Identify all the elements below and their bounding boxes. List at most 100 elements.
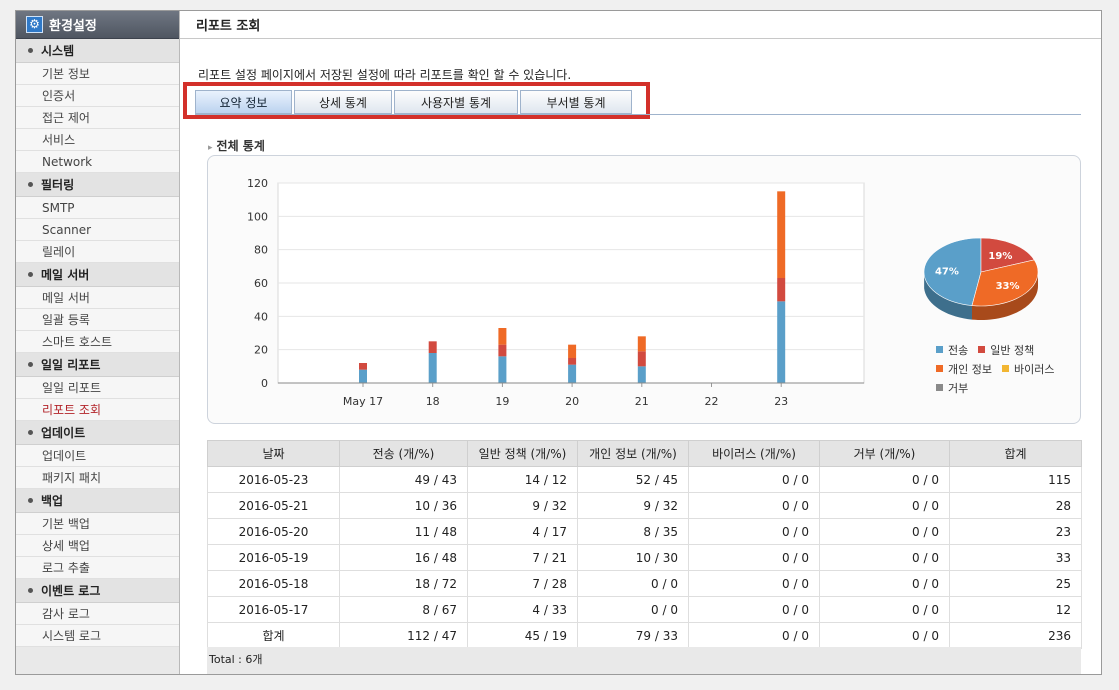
bar-segment	[777, 191, 786, 278]
table-header-cell: 날짜	[207, 440, 340, 467]
sidebar-item[interactable]: 릴레이	[16, 241, 179, 263]
table-cell: 52 / 45	[577, 466, 689, 493]
table-cell: 0 / 0	[819, 544, 950, 571]
sidebar-section-label: 필터링	[41, 178, 75, 192]
legend-swatch	[936, 365, 943, 372]
table-cell: 2016-05-21	[207, 492, 340, 519]
stats-table-wrapper: 날짜 전송 (개/%) 일반 정책 (개/%) 개인 정보 (개/%) 바이러스 (개/…	[207, 440, 1082, 649]
sidebar-section[interactable]: 업데이트	[16, 421, 179, 445]
table-cell: 4 / 17	[467, 518, 578, 545]
x-tick-label: 20	[565, 395, 579, 408]
sidebar-item[interactable]: SMTP	[16, 197, 179, 219]
table-cell: 16 / 48	[339, 544, 468, 571]
legend-item: 개인 정보	[936, 359, 992, 378]
sidebar-item[interactable]: 접근 제어	[16, 107, 179, 129]
sidebar-section[interactable]: 이벤트 로그	[16, 579, 179, 603]
sidebar-item[interactable]: 패키지 패치	[16, 467, 179, 489]
sidebar-section-label: 업데이트	[41, 426, 86, 440]
y-tick-label: 60	[254, 277, 268, 290]
bar-segment	[777, 278, 786, 302]
sidebar-section[interactable]: 시스템	[16, 39, 179, 63]
table-cell: 112 / 47	[339, 622, 468, 649]
table-body: 2016-05-23 49 / 43 14 / 12 52 / 45 0 / 00 / …	[207, 466, 1082, 649]
table-cell: 0 / 0	[819, 492, 950, 519]
table-cell: 4 / 33	[467, 596, 578, 623]
table-cell: 9 / 32	[577, 492, 689, 519]
table-cell: 7 / 21	[467, 544, 578, 571]
table-cell: 0 / 0	[819, 518, 950, 545]
table-header-cell: 바이러스 (개/%)	[688, 440, 820, 467]
table-row: 2016-05-21 10 / 36 9 / 32 9 / 32 0 / 00 / 02…	[207, 492, 1082, 519]
legend-item: 전송	[936, 340, 968, 359]
bullet-icon	[28, 182, 33, 187]
sidebar-item[interactable]: 상세 백업	[16, 535, 179, 557]
table-cell: 0 / 0	[819, 466, 950, 493]
table-cell: 0 / 0	[819, 622, 950, 649]
sidebar-section[interactable]: 일일 리포트	[16, 353, 179, 377]
sidebar-header-label: 환경설정	[49, 19, 97, 34]
tab-summary[interactable]: 요약 정보	[195, 90, 292, 114]
sidebar-item[interactable]: 시스템 로그	[16, 625, 179, 647]
tab-bar: 요약 정보 상세 통계 사용자별 통계 부서별 통계	[195, 90, 632, 114]
sidebar-item[interactable]: 스마트 호스트	[16, 331, 179, 353]
bullet-icon	[28, 588, 33, 593]
sidebar-header: ⚙ 환경설정	[16, 11, 179, 39]
x-tick-label: 18	[426, 395, 440, 408]
bar-segment	[498, 344, 507, 357]
app-window: ⚙ 환경설정 시스템기본 정보 인증서 접근 제어 서비스 Network 필터링 SMTP…	[15, 10, 1102, 675]
y-tick-label: 100	[247, 210, 268, 223]
table-cell: 8 / 67	[339, 596, 468, 623]
sidebar-section[interactable]: 필터링	[16, 173, 179, 197]
main-content: 리포트 조회 리포트 설정 페이지에서 저장된 설정에 따라 리포트를 확인 할…	[180, 11, 1101, 674]
sidebar-item[interactable]: 기본 백업	[16, 513, 179, 535]
sidebar-item[interactable]: 업데이트	[16, 445, 179, 467]
legend-label: 거부	[948, 381, 969, 395]
sidebar: ⚙ 환경설정 시스템기본 정보 인증서 접근 제어 서비스 Network 필터링 SMTP…	[16, 11, 180, 674]
sidebar-item[interactable]: 로그 추출	[16, 557, 179, 579]
table-row: 2016-05-19 16 / 48 7 / 21 10 / 30 0 / 00 / 0…	[207, 544, 1082, 571]
page-title-bar: 리포트 조회	[180, 11, 1101, 39]
bullet-icon	[28, 48, 33, 53]
table-cell: 0 / 0	[819, 596, 950, 623]
table-cell: 0 / 0	[688, 596, 820, 623]
sidebar-menu: 시스템기본 정보 인증서 접근 제어 서비스 Network 필터링 SMTP Scanner…	[16, 39, 179, 647]
table-cell: 115	[949, 466, 1082, 493]
section-arrow-icon: ▸	[208, 143, 213, 153]
table-cell: 7 / 28	[467, 570, 578, 597]
bar-segment	[568, 344, 577, 358]
table-cell: 0 / 0	[688, 466, 820, 493]
x-tick-label: May 17	[343, 395, 383, 408]
tab-user-stats[interactable]: 사용자별 통계	[394, 90, 518, 114]
sidebar-item[interactable]: 기본 정보	[16, 63, 179, 85]
table-header-cell: 개인 정보 (개/%)	[577, 440, 689, 467]
sidebar-section-label: 이벤트 로그	[41, 584, 101, 598]
table-header-cell: 합계	[949, 440, 1082, 467]
table-cell: 49 / 43	[339, 466, 468, 493]
sidebar-item[interactable]: 감사 로그	[16, 603, 179, 625]
table-row: 2016-05-17 8 / 67 4 / 33 0 / 00 / 00 / 0 12	[207, 596, 1082, 623]
sidebar-item[interactable]: 일괄 등록	[16, 309, 179, 331]
gear-icon: ⚙	[26, 16, 43, 33]
sidebar-section[interactable]: 메일 서버	[16, 263, 179, 287]
sidebar-item[interactable]: Network	[16, 151, 179, 173]
table-cell: 0 / 0	[819, 570, 950, 597]
table-cell: 0 / 0	[688, 622, 820, 649]
bullet-icon	[28, 272, 33, 277]
bar-segment	[428, 353, 437, 383]
x-tick-label: 23	[774, 395, 788, 408]
sidebar-item[interactable]: 서비스	[16, 129, 179, 151]
table-cell: 79 / 33	[577, 622, 689, 649]
bar-segment	[359, 369, 367, 383]
sidebar-item[interactable]: 리포트 조회	[16, 399, 179, 421]
tab-detail-stats[interactable]: 상세 통계	[294, 90, 392, 114]
sidebar-section[interactable]: 백업	[16, 489, 179, 513]
tab-department-stats[interactable]: 부서별 통계	[520, 90, 632, 114]
x-tick-label: 22	[705, 395, 719, 408]
sidebar-item[interactable]: Scanner	[16, 219, 179, 241]
sidebar-item[interactable]: 일일 리포트	[16, 377, 179, 399]
sidebar-item[interactable]: 인증서	[16, 85, 179, 107]
sidebar-section-label: 백업	[41, 494, 64, 508]
table-cell: 236	[949, 622, 1082, 649]
sidebar-section-label: 시스템	[41, 44, 75, 58]
sidebar-item[interactable]: 메일 서버	[16, 287, 179, 309]
